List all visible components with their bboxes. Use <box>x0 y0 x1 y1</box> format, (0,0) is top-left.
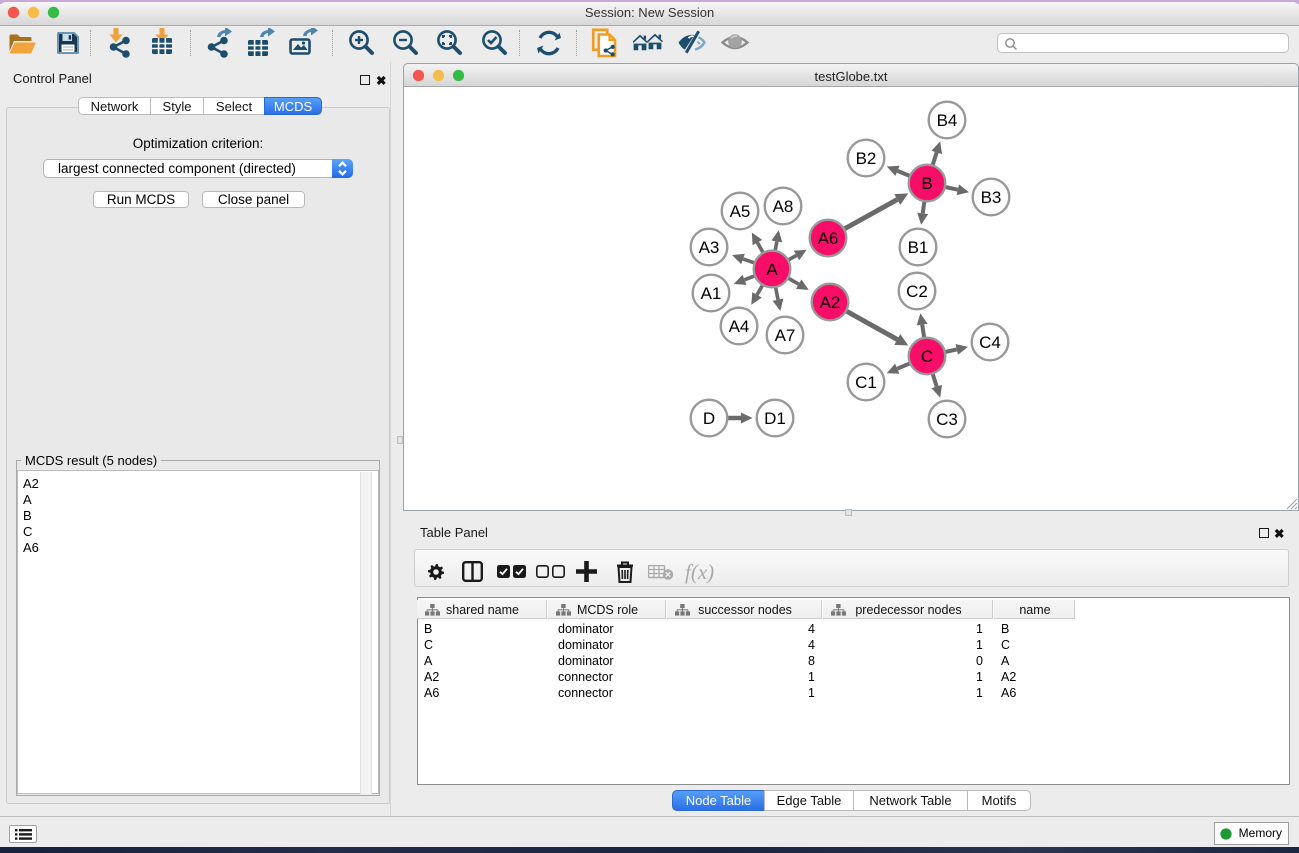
svg-text:A8: A8 <box>773 197 794 216</box>
svg-text:D: D <box>703 409 715 428</box>
svg-text:D1: D1 <box>764 409 786 428</box>
svg-text:A4: A4 <box>729 317 750 336</box>
svg-text:A6: A6 <box>818 229 839 248</box>
svg-text:C: C <box>921 347 933 366</box>
svg-text:C4: C4 <box>979 333 1001 352</box>
svg-text:C2: C2 <box>906 282 928 301</box>
svg-text:B4: B4 <box>937 111 958 130</box>
svg-text:C1: C1 <box>855 373 877 392</box>
svg-text:A5: A5 <box>730 202 751 221</box>
svg-text:A3: A3 <box>699 238 720 257</box>
svg-text:B: B <box>921 174 932 193</box>
svg-text:A1: A1 <box>701 284 722 303</box>
svg-text:C3: C3 <box>936 410 958 429</box>
svg-text:B1: B1 <box>908 238 929 257</box>
svg-text:B3: B3 <box>981 188 1002 207</box>
svg-text:B2: B2 <box>856 149 877 168</box>
svg-text:A2: A2 <box>820 293 841 312</box>
svg-text:A: A <box>766 260 778 279</box>
svg-text:A7: A7 <box>775 326 796 345</box>
